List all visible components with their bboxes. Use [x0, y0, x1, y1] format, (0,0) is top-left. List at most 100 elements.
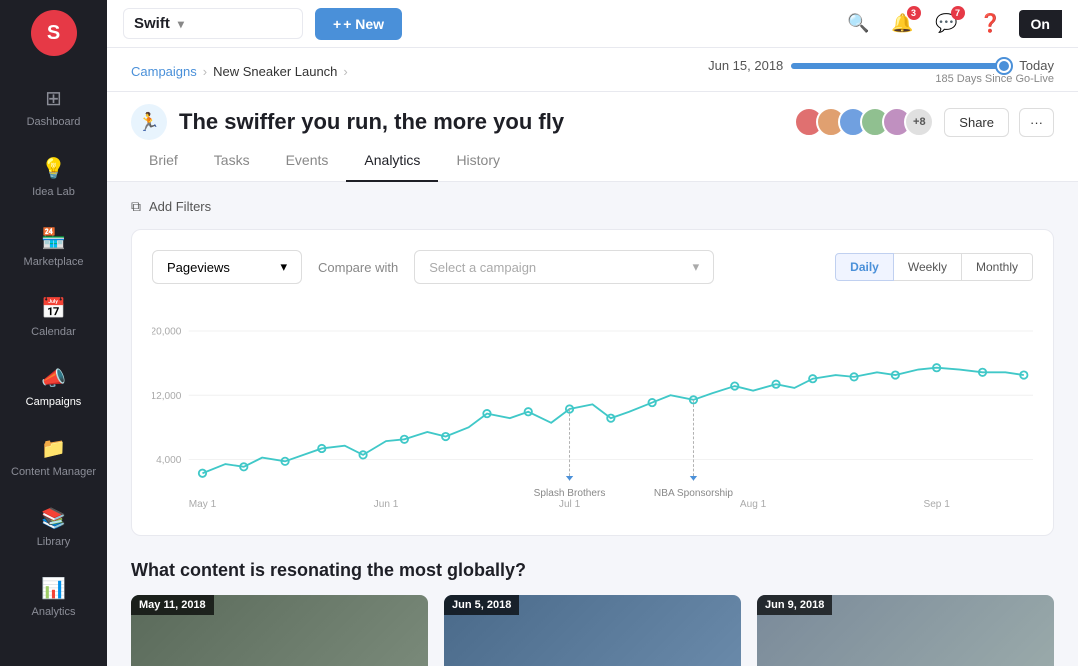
sidebar-item-label: Marketplace [24, 256, 84, 268]
breadcrumb-current: New Sneaker Launch [213, 64, 337, 79]
workspace-selector[interactable]: Swift ▾ [123, 8, 303, 39]
search-icon[interactable]: 🔍 [843, 8, 875, 40]
campaign-placeholder: Select a campaign [429, 260, 536, 275]
tab-history[interactable]: History [438, 140, 518, 182]
weekly-button[interactable]: Weekly [894, 253, 962, 281]
svg-text:Sep 1: Sep 1 [923, 499, 950, 510]
filter-icon: ⧉ [131, 198, 141, 215]
card-date-1: May 11, 2018 [131, 595, 214, 615]
monthly-button[interactable]: Monthly [962, 253, 1033, 281]
calendar-icon: 📅 [41, 296, 66, 321]
on-badge[interactable]: On [1019, 10, 1062, 38]
breadcrumb-sep: › [203, 64, 207, 79]
progress-dot [997, 59, 1011, 73]
filter-bar[interactable]: ⧉ Add Filters [131, 198, 1054, 215]
svg-text:Aug 1: Aug 1 [740, 499, 767, 510]
content-card-2[interactable]: Jun 5, 2018 [444, 595, 741, 666]
date-end: Today [1019, 58, 1054, 73]
main-content: Swift ▾ + + New 🔍 🔔 3 💬 7 ❓ On Campaigns… [107, 0, 1078, 666]
campaign-title: The swiffer you run, the more you fly [179, 109, 564, 135]
compare-label: Compare with [318, 260, 398, 275]
sidebar-item-label: Library [37, 536, 71, 548]
plus-icon: + [333, 16, 341, 32]
date-start: Jun 15, 2018 [708, 58, 783, 73]
breadcrumb: Campaigns › New Sneaker Launch › [131, 64, 348, 79]
right-actions: +8 Share ··· [794, 107, 1054, 137]
tabs: Brief Tasks Events Analytics History [107, 140, 1078, 182]
campaign-icon: 🏃 [131, 104, 167, 140]
svg-text:20,000: 20,000 [152, 327, 182, 338]
content-card-3[interactable]: Jun 9, 2018 [757, 595, 1054, 666]
help-icon[interactable]: ❓ [975, 8, 1007, 40]
campaign-header: 🏃 The swiffer you run, the more you fly … [107, 92, 1078, 140]
filter-label: Add Filters [149, 199, 211, 214]
sidebar-item-idea-lab[interactable]: 💡 Idea Lab [0, 142, 107, 212]
workspace-name: Swift [134, 15, 170, 32]
progress-fill [791, 63, 1011, 69]
breadcrumb-bar: Campaigns › New Sneaker Launch › Jun 15,… [107, 48, 1078, 92]
library-icon: 📚 [41, 506, 66, 531]
sidebar-item-label: Idea Lab [32, 186, 75, 198]
sidebar-item-label: Content Manager [11, 466, 96, 478]
sidebar-item-campaigns[interactable]: 📣 Campaigns [0, 352, 107, 422]
chevron-icon2: ▾ [693, 259, 700, 275]
content-area: ⧉ Add Filters Pageviews ▾ Compare with S… [107, 182, 1078, 666]
campaign-title-row: 🏃 The swiffer you run, the more you fly [131, 104, 564, 140]
campaign-dropdown[interactable]: Select a campaign ▾ [414, 250, 714, 284]
notifications-icon[interactable]: 🔔 3 [887, 8, 919, 40]
sidebar-item-analytics[interactable]: 📊 Analytics [0, 562, 107, 632]
days-since: 185 Days Since Go-Live [935, 73, 1054, 85]
content-manager-icon: 📁 [41, 436, 66, 461]
breadcrumb-root[interactable]: Campaigns [131, 64, 197, 79]
breadcrumb-sep2: › [343, 64, 347, 79]
daily-button[interactable]: Daily [835, 253, 894, 281]
sidebar-item-content-manager[interactable]: 📁 Content Manager [0, 422, 107, 492]
analytics-icon: 📊 [41, 576, 66, 601]
chevron-icon: ▾ [280, 259, 287, 275]
resonating-section: What content is resonating the most glob… [131, 560, 1054, 666]
content-card-1[interactable]: May 11, 2018 [131, 595, 428, 666]
app-logo[interactable]: S [31, 10, 77, 56]
sidebar: S ⊞ Dashboard 💡 Idea Lab 🏪 Marketplace 📅… [0, 0, 107, 666]
tab-brief[interactable]: Brief [131, 140, 196, 182]
tab-events[interactable]: Events [268, 140, 347, 182]
messages-badge: 7 [951, 6, 965, 20]
sidebar-item-label: Dashboard [27, 116, 81, 128]
svg-text:May 1: May 1 [189, 499, 217, 510]
chart-area: 20,000 12,000 4,000 [152, 304, 1033, 519]
sidebar-item-label: Campaigns [26, 396, 82, 408]
chevron-down-icon: ▾ [178, 17, 184, 31]
metric-label: Pageviews [167, 260, 230, 275]
chart-card: Pageviews ▾ Compare with Select a campai… [131, 229, 1054, 536]
svg-text:Splash Brothers: Splash Brothers [534, 488, 606, 499]
campaigns-icon: 📣 [41, 366, 66, 391]
sidebar-item-marketplace[interactable]: 🏪 Marketplace [0, 212, 107, 282]
svg-text:4,000: 4,000 [156, 455, 182, 466]
svg-text:Jul 1: Jul 1 [559, 499, 581, 510]
tab-tasks[interactable]: Tasks [196, 140, 268, 182]
svg-text:NBA Sponsorship: NBA Sponsorship [654, 488, 733, 499]
content-cards: May 11, 2018 Jun 5, 2018 Jun 9, 2018 [131, 595, 1054, 666]
metric-dropdown[interactable]: Pageviews ▾ [152, 250, 302, 284]
progress-track [791, 63, 1011, 69]
svg-text:12,000: 12,000 [152, 391, 182, 402]
messages-icon[interactable]: 💬 7 [931, 8, 963, 40]
dashboard-icon: ⊞ [45, 86, 62, 111]
date-range: Jun 15, 2018 Today 185 Days Since Go-Liv… [708, 58, 1054, 85]
card-date-2: Jun 5, 2018 [444, 595, 519, 615]
sidebar-item-label: Analytics [31, 606, 75, 618]
card-date-3: Jun 9, 2018 [757, 595, 832, 615]
avatar-count[interactable]: +8 [904, 107, 934, 137]
svg-text:Jun 1: Jun 1 [374, 499, 399, 510]
tab-analytics[interactable]: Analytics [346, 140, 438, 182]
sidebar-item-library[interactable]: 📚 Library [0, 492, 107, 562]
sidebar-item-calendar[interactable]: 📅 Calendar [0, 282, 107, 352]
marketplace-icon: 🏪 [41, 226, 66, 251]
new-button[interactable]: + + New [315, 8, 402, 40]
topbar: Swift ▾ + + New 🔍 🔔 3 💬 7 ❓ On [107, 0, 1078, 48]
more-options-button[interactable]: ··· [1019, 108, 1054, 137]
sidebar-item-dashboard[interactable]: ⊞ Dashboard [0, 72, 107, 142]
share-button[interactable]: Share [944, 108, 1009, 137]
notifications-badge: 3 [907, 6, 921, 20]
idea-lab-icon: 💡 [41, 156, 66, 181]
